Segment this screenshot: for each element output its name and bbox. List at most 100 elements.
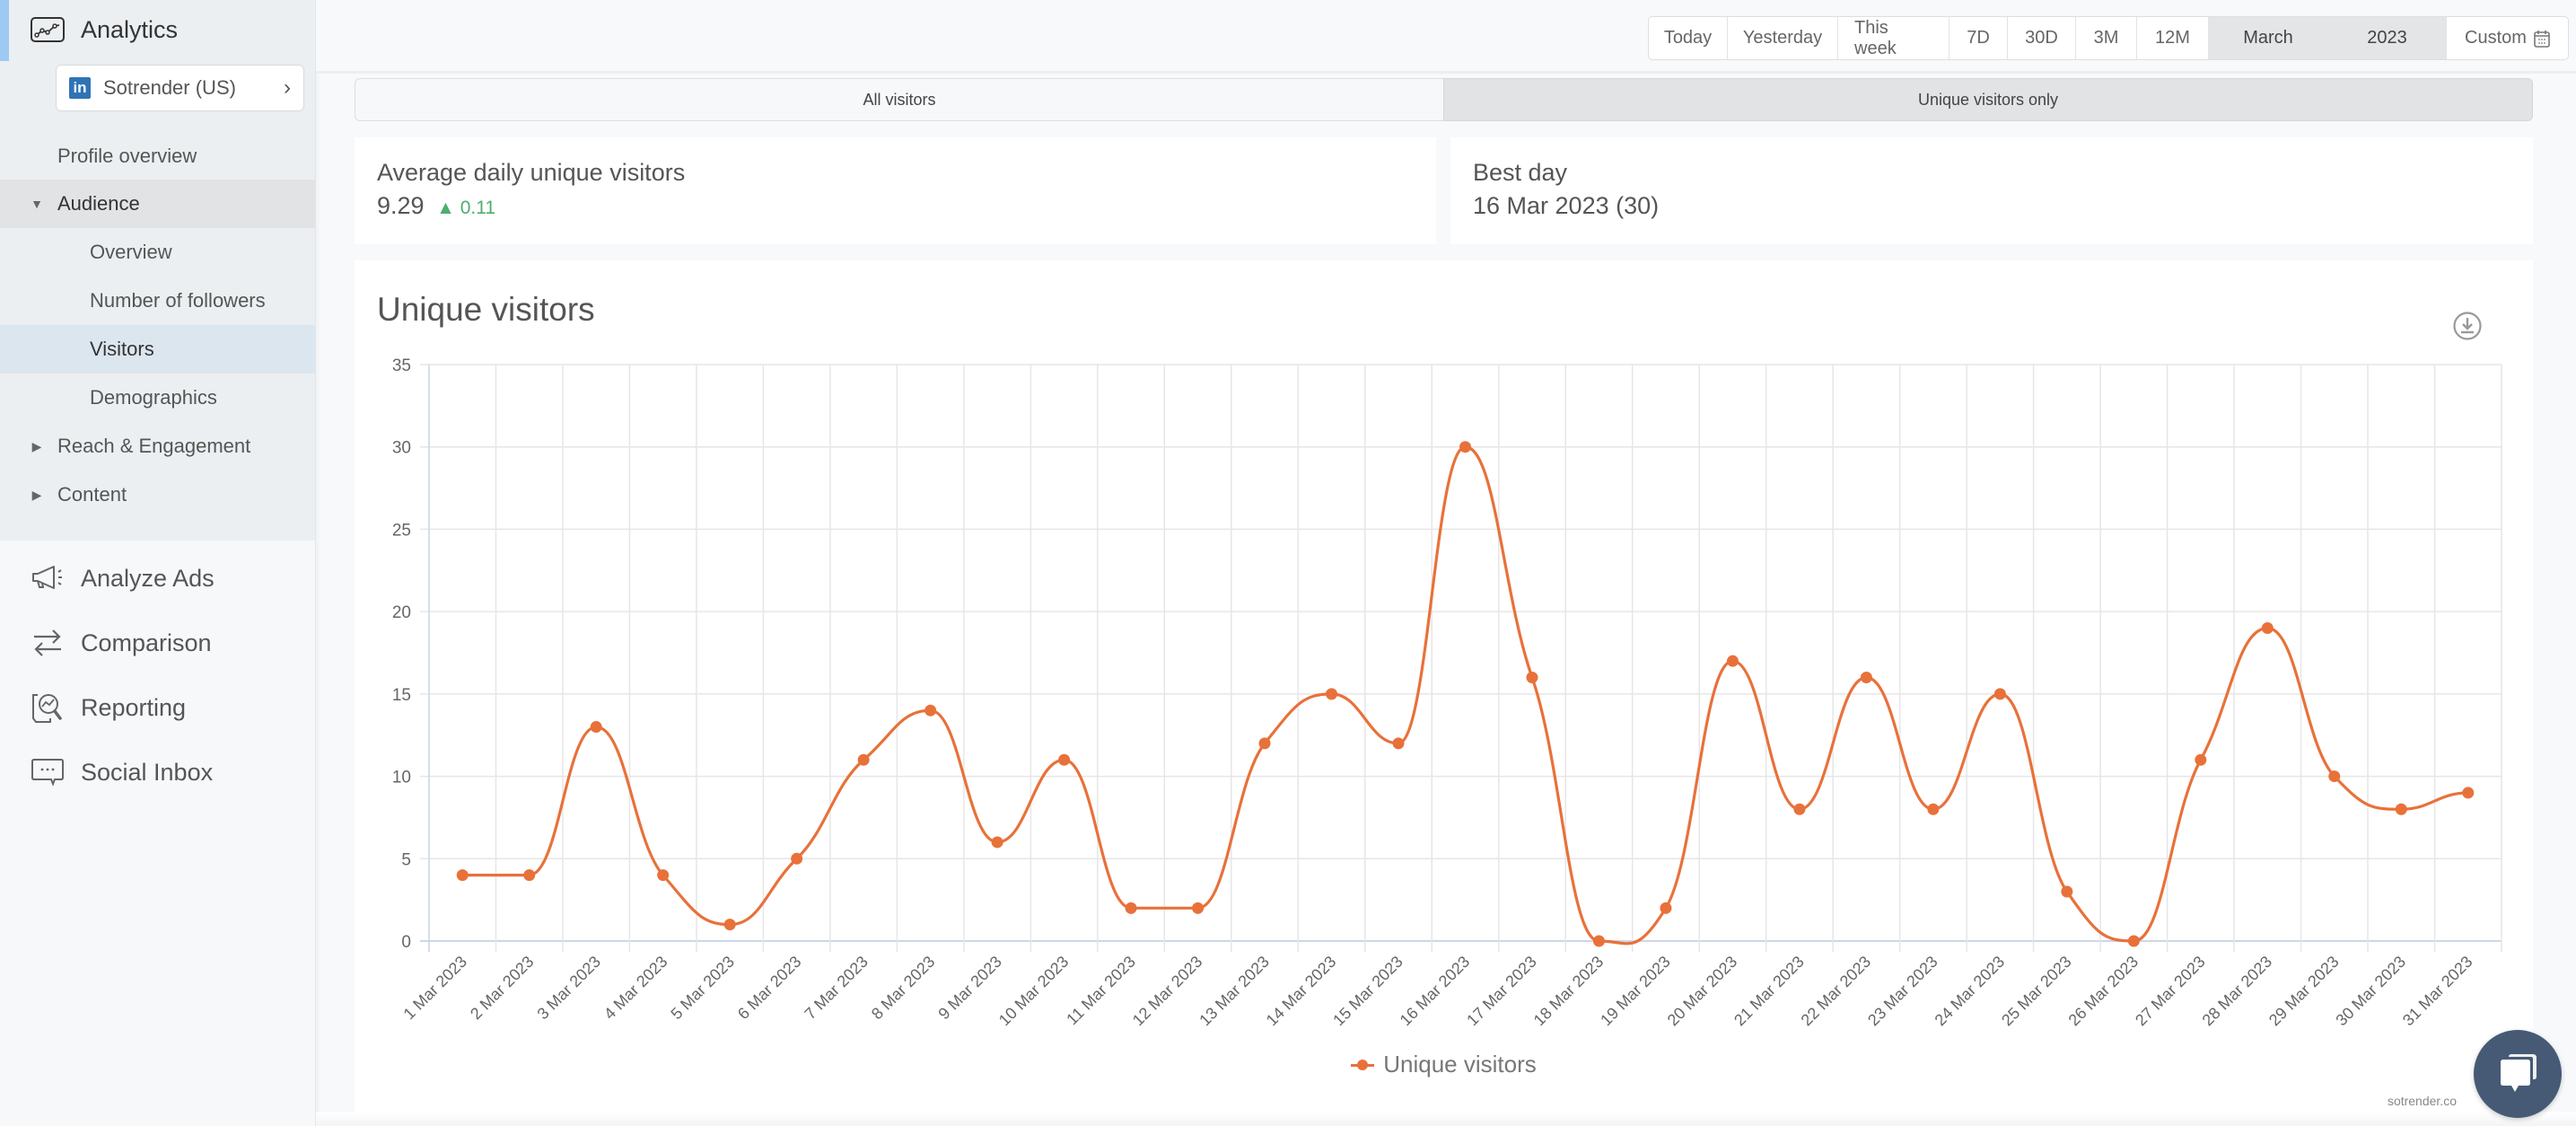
x-tick-label: 18 Mar 2023 — [1530, 953, 1608, 1030]
x-tick-label: 17 Mar 2023 — [1463, 953, 1540, 1030]
sidebar-item-label: Audience — [57, 192, 140, 215]
data-point[interactable] — [2462, 787, 2475, 799]
data-point[interactable] — [1860, 672, 1872, 684]
bottom-fade — [316, 1112, 2576, 1126]
x-tick-label: 6 Mar 2023 — [734, 953, 805, 1024]
x-tick-label: 16 Mar 2023 — [1397, 953, 1474, 1030]
x-tick-label: 30 Mar 2023 — [2332, 953, 2409, 1030]
nav-comparison[interactable]: Comparison — [0, 611, 315, 675]
range-12m-button[interactable]: 12M — [2137, 17, 2209, 59]
x-tick-label: 31 Mar 2023 — [2399, 953, 2476, 1030]
data-point[interactable] — [1392, 737, 1405, 750]
nav-label: Reporting — [81, 693, 187, 721]
data-point[interactable] — [1058, 753, 1071, 766]
range-month-select[interactable]: March — [2209, 17, 2327, 59]
data-point[interactable] — [456, 869, 469, 882]
download-icon[interactable] — [2452, 311, 2483, 341]
y-tick-label: 30 — [392, 439, 411, 458]
credit-text: sotrender.co — [2387, 1094, 2457, 1108]
nav-analytics[interactable]: Analytics — [0, 0, 315, 61]
sidebar-item-label: Visitors — [90, 338, 154, 360]
chat-widget-button[interactable] — [2474, 1030, 2562, 1118]
data-point[interactable] — [857, 753, 870, 766]
x-tick-label: 10 Mar 2023 — [995, 953, 1073, 1030]
y-tick-label: 25 — [392, 521, 411, 540]
data-point[interactable] — [1459, 441, 1471, 453]
chart-legend[interactable]: Unique visitors — [355, 1051, 2533, 1078]
x-tick-label: 5 Mar 2023 — [667, 953, 738, 1024]
range-30d-button[interactable]: 30D — [2008, 17, 2076, 59]
best-day-card: Best day 16 Mar 2023 (30) — [1450, 137, 2533, 244]
legend-marker — [1351, 1059, 1375, 1071]
sidebar-item-demographics[interactable]: Demographics — [0, 374, 315, 422]
range-7d-button[interactable]: 7D — [1950, 17, 2008, 59]
x-tick-label: 8 Mar 2023 — [868, 953, 939, 1024]
sidebar-item-label: Profile overview — [57, 145, 197, 167]
range-yesterday-button[interactable]: Yesterday — [1728, 17, 1838, 59]
top-header: Today Yesterday This week 7D 30D 3M 12M … — [316, 0, 2576, 74]
caret-down-icon: ▼ — [31, 197, 43, 211]
sidebar-item-visitors[interactable]: Visitors — [0, 325, 315, 374]
caret-right-icon: ▶ — [31, 487, 42, 502]
tab-all-visitors[interactable]: All visitors — [355, 78, 1443, 121]
data-point[interactable] — [2261, 621, 2274, 634]
range-custom-button[interactable]: Custom — [2447, 17, 2568, 59]
data-point[interactable] — [1125, 902, 1137, 914]
data-point[interactable] — [523, 869, 536, 882]
sidebar-item-label: Number of followers — [90, 289, 266, 312]
data-point[interactable] — [1326, 688, 1338, 700]
range-label: 30D — [2025, 28, 2058, 48]
data-point[interactable] — [2395, 803, 2407, 815]
data-point[interactable] — [1660, 902, 1672, 914]
account-selector[interactable]: in Sotrender (US) › — [56, 65, 304, 111]
data-point[interactable] — [2127, 935, 2140, 947]
sidebar-item-label: Demographics — [90, 386, 217, 409]
sidebar-group-reach-engagement[interactable]: ▶ Reach & Engagement — [0, 422, 315, 471]
x-tick-label: 3 Mar 2023 — [534, 953, 605, 1024]
data-point[interactable] — [791, 852, 803, 865]
nav-label: Comparison — [81, 629, 212, 656]
sidebar-item-label: Reach & Engagement — [57, 435, 251, 457]
data-point[interactable] — [991, 836, 1003, 849]
data-point[interactable] — [1192, 902, 1205, 914]
sidebar-group-content[interactable]: ▶ Content — [0, 471, 315, 519]
data-point[interactable] — [590, 721, 602, 734]
data-point[interactable] — [1258, 737, 1271, 750]
range-label: This week — [1854, 17, 1897, 58]
arrow-up-icon: ▲ — [436, 198, 455, 218]
sidebar-item-overview[interactable]: Overview — [0, 228, 315, 277]
x-tick-label: 26 Mar 2023 — [2065, 953, 2142, 1030]
data-point[interactable] — [1592, 935, 1605, 947]
sidebar-item-number-of-followers[interactable]: Number of followers — [0, 277, 315, 325]
nav-analyze-ads[interactable]: Analyze Ads — [0, 546, 315, 611]
nav-reporting[interactable]: Reporting — [0, 675, 315, 740]
legend-label: Unique visitors — [1383, 1051, 1537, 1078]
sidebar-group-audience[interactable]: ▼ Audience — [0, 180, 315, 228]
main-nav: Analyze Ads Comparison Reporting Social … — [0, 541, 315, 805]
data-point[interactable] — [657, 869, 670, 882]
tab-unique-visitors-only[interactable]: Unique visitors only — [1443, 78, 2533, 121]
nav-social-inbox[interactable]: Social Inbox — [0, 740, 315, 805]
data-point[interactable] — [924, 704, 937, 717]
data-point[interactable] — [1726, 655, 1739, 667]
chat-bubble-icon — [31, 759, 64, 787]
data-point[interactable] — [723, 919, 736, 931]
data-point[interactable] — [2195, 753, 2207, 766]
chat-icon — [2501, 1054, 2537, 1092]
data-point[interactable] — [1993, 688, 2006, 700]
range-today-button[interactable]: Today — [1649, 17, 1728, 59]
range-label: 3M — [2093, 28, 2119, 48]
range-year-select[interactable]: 2023 — [2327, 17, 2447, 59]
data-point[interactable] — [2061, 885, 2073, 898]
data-point[interactable] — [2328, 770, 2341, 783]
range-this-week-button[interactable]: This week — [1838, 17, 1950, 59]
data-point[interactable] — [1927, 803, 1940, 815]
x-tick-label: 19 Mar 2023 — [1597, 953, 1674, 1030]
x-tick-label: 2 Mar 2023 — [467, 953, 538, 1024]
stat-delta: ▲ 0.11 — [436, 198, 495, 218]
range-3m-button[interactable]: 3M — [2076, 17, 2137, 59]
data-point[interactable] — [1526, 672, 1538, 684]
account-name: Sotrender (US) — [103, 76, 236, 99]
sidebar-item-profile-overview[interactable]: Profile overview — [0, 133, 315, 180]
data-point[interactable] — [1793, 803, 1806, 815]
